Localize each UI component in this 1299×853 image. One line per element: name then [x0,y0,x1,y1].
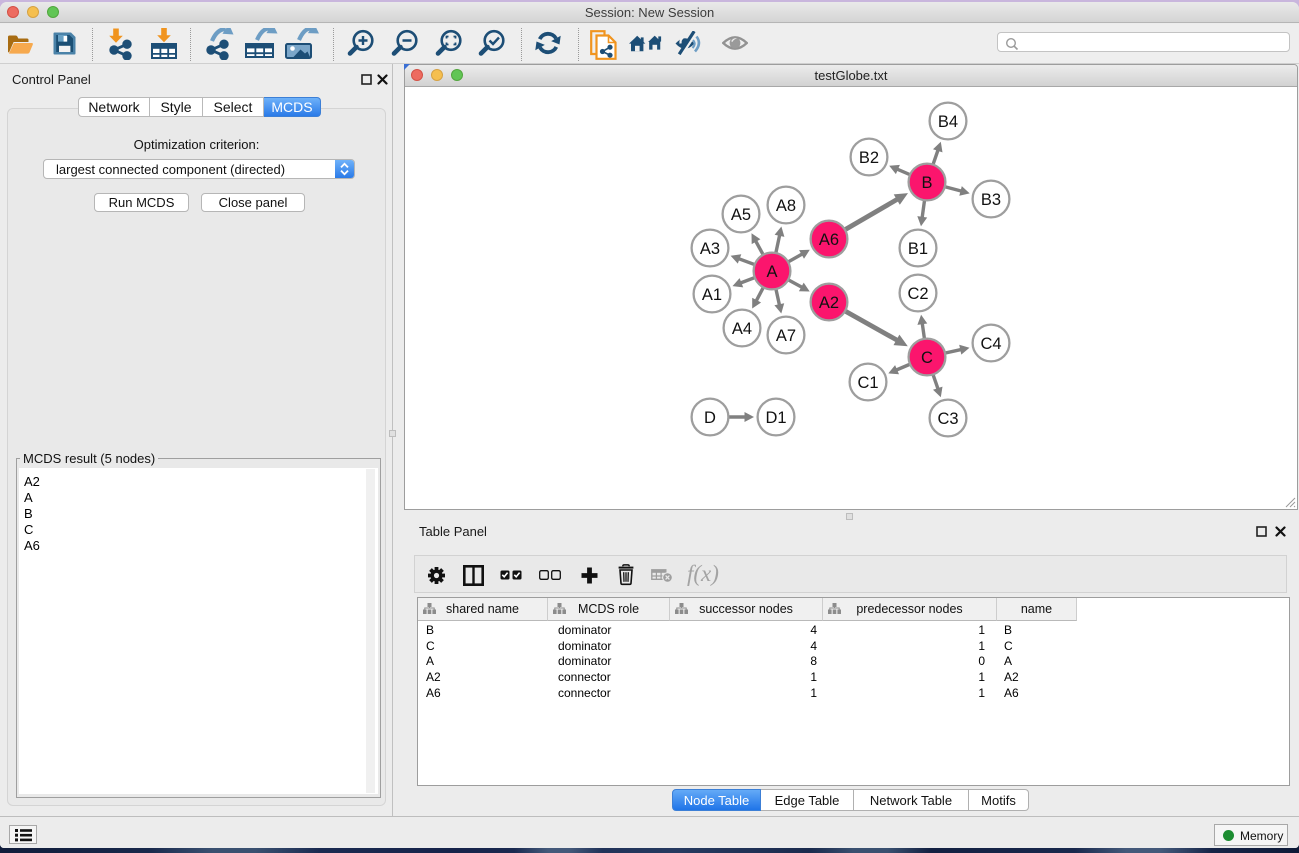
svg-text:B1: B1 [908,240,928,258]
svg-text:C1: C1 [857,374,878,392]
svg-text:A1: A1 [702,286,722,304]
svg-text:A5: A5 [731,206,751,224]
svg-text:A8: A8 [776,197,796,215]
svg-text:A2: A2 [819,294,839,312]
svg-text:C3: C3 [937,410,958,428]
svg-text:D1: D1 [765,409,786,427]
svg-text:C: C [921,349,933,367]
svg-text:A4: A4 [732,320,752,338]
svg-text:C2: C2 [907,285,928,303]
svg-text:B: B [921,174,932,192]
svg-text:C4: C4 [980,335,1001,353]
svg-text:A6: A6 [819,231,839,249]
svg-text:A3: A3 [700,240,720,258]
svg-text:B3: B3 [981,191,1001,209]
svg-text:A: A [766,263,777,281]
svg-text:A7: A7 [776,327,796,345]
svg-text:B2: B2 [859,149,879,167]
svg-text:B4: B4 [938,113,958,131]
svg-text:D: D [704,409,716,427]
